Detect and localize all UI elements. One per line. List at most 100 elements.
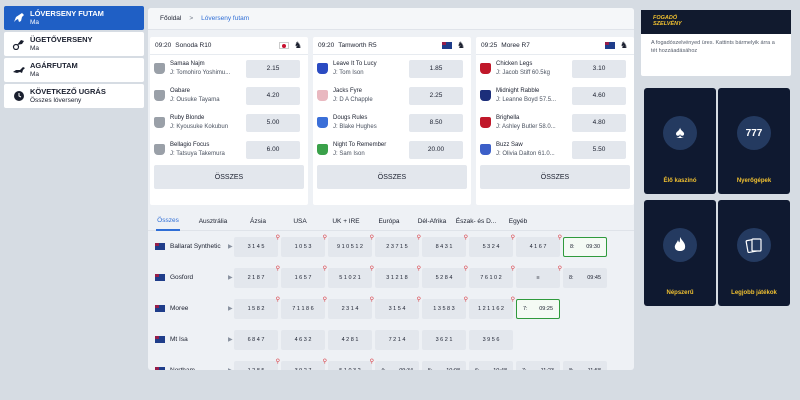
map-pin-icon: ⚲ bbox=[275, 359, 280, 365]
race-result-cell[interactable]: 1 3 5 8 3 ⚲ bbox=[422, 297, 468, 319]
runner-row: Chicken Legs J: Jacob Stiff 60.5kg 3.10 bbox=[476, 55, 634, 82]
upcoming-race-cell[interactable]: 4: 09:34 bbox=[375, 361, 419, 370]
bet-slip-title: FOGADÓ SZELVÉNY bbox=[653, 15, 682, 27]
race-result-cell[interactable]: 2 3 7 1 5 ⚲ bbox=[375, 235, 421, 257]
race-result-cell[interactable]: 7 2 1 4 bbox=[375, 330, 419, 350]
race-number: 8: bbox=[569, 275, 574, 281]
odds-button[interactable]: 4.20 bbox=[246, 86, 300, 105]
race-result-cell[interactable]: 3 1 5 4 ⚲ bbox=[375, 297, 421, 319]
odds-button[interactable]: 1.85 bbox=[409, 59, 463, 78]
upcoming-race-cell[interactable]: 5: 10:08 bbox=[422, 361, 466, 370]
race-result-cell[interactable]: 5 1 0 3 2 ⚲ bbox=[328, 359, 374, 370]
race-result-cell[interactable]: 6 8 4 7 bbox=[234, 330, 278, 350]
track-name[interactable]: Gosford bbox=[170, 274, 193, 281]
race-result-cell[interactable]: 7 1 1 8 6 ⚲ bbox=[281, 297, 327, 319]
odds-button[interactable]: 5.50 bbox=[572, 140, 626, 159]
race-result-cell[interactable]: 5 2 8 4 ⚲ bbox=[422, 266, 468, 288]
odds-button[interactable]: 2.15 bbox=[246, 59, 300, 78]
next-race-cell[interactable]: 7: 09:25 bbox=[516, 299, 560, 319]
sidebar-item-next-jump[interactable]: KÖVETKEZŐ UGRÁS Összes lóverseny bbox=[4, 84, 144, 108]
race-result-cell[interactable]: 8 4 3 1 ⚲ bbox=[422, 235, 468, 257]
race-result-cell[interactable]: 4 2 8 1 bbox=[328, 330, 372, 350]
promo-slots[interactable]: 777 Nyerőgépek bbox=[718, 88, 790, 194]
race-result-cell[interactable]: 2 3 1 4 ⚲ bbox=[328, 297, 374, 319]
jockey-silk-icon bbox=[154, 144, 165, 155]
race-result-cell[interactable]: 3 6 2 1 bbox=[422, 330, 466, 350]
video-icon[interactable]: ▶ bbox=[228, 274, 233, 281]
race-card-header[interactable]: 09:20 Tamworth R5 ♞ bbox=[313, 37, 471, 55]
race-result-cell[interactable]: 1 5 8 2 ⚲ bbox=[234, 297, 280, 319]
promo-top-games[interactable]: Legjobb játékok bbox=[718, 200, 790, 306]
odds-button[interactable]: 8.50 bbox=[409, 113, 463, 132]
tab-region[interactable]: Egyéb bbox=[508, 213, 528, 231]
track-name[interactable]: Ballarat Synthetic bbox=[170, 243, 221, 250]
tab-region[interactable]: USA bbox=[292, 213, 308, 231]
odds-button[interactable]: 2.25 bbox=[409, 86, 463, 105]
race-result-cell[interactable]: 1 2 1 1 6 2 ⚲ bbox=[469, 297, 515, 319]
runner-name: Brighella bbox=[496, 114, 520, 121]
odds-button[interactable]: 20.00 bbox=[409, 140, 463, 159]
race-result-cell[interactable]: 5 3 2 4 ⚲ bbox=[469, 235, 515, 257]
tab-region[interactable]: Ausztrália bbox=[194, 213, 232, 231]
tab-region[interactable]: Ázsia bbox=[248, 213, 268, 231]
bet-slip-header: FOGADÓ SZELVÉNY bbox=[641, 10, 791, 34]
race-time: 09:34 bbox=[399, 368, 413, 370]
map-pin-icon: ⚲ bbox=[275, 297, 280, 303]
race-result-cell[interactable]: 5 1 0 2 1 ⚲ bbox=[328, 266, 374, 288]
race-result-cell[interactable]: 1 2 8 5 ⚲ bbox=[234, 359, 280, 370]
jockey-silk-icon bbox=[317, 63, 328, 74]
race-result-cell[interactable]: 3 1 4 5 ⚲ bbox=[234, 235, 280, 257]
race-result-cell[interactable]: 4 1 6 7 ⚲ bbox=[516, 235, 562, 257]
breadcrumb-home[interactable]: Főoldal bbox=[160, 15, 181, 22]
upcoming-race-cell[interactable]: 8: 11:58 bbox=[563, 361, 607, 370]
upcoming-race-cell[interactable]: 7: 11:23 bbox=[516, 361, 560, 370]
race-card-header[interactable]: 09:25 Moree R7 ♞ bbox=[476, 37, 634, 55]
tab-region[interactable]: Dél-Afrika bbox=[414, 213, 450, 231]
tab-region[interactable]: Észak- és D... bbox=[454, 213, 498, 231]
promo-popular[interactable]: Népszerű bbox=[644, 200, 716, 306]
race-result-cell[interactable]: 3 9 2 7 ⚲ bbox=[281, 359, 327, 370]
sidebar-item-horse-racing[interactable]: LÓVERSENY FUTAM Ma bbox=[4, 6, 144, 30]
promo-live-casino[interactable]: ♠ Élő kaszinó bbox=[644, 88, 716, 194]
breadcrumb-current: Lóverseny futam bbox=[201, 15, 250, 22]
race-result-cell[interactable]: 2 1 8 7 ⚲ bbox=[234, 266, 280, 288]
upcoming-race-cell[interactable]: 6: 10:48 bbox=[469, 361, 513, 370]
sidebar-item-harness[interactable]: ÜGETŐVERSENY Ma bbox=[4, 32, 144, 56]
track-name[interactable]: Mt Isa bbox=[170, 336, 188, 343]
odds-button[interactable]: 4.80 bbox=[572, 113, 626, 132]
track-name[interactable]: Northam bbox=[170, 367, 195, 370]
finishing-order: 3 1 2 1 8 bbox=[386, 275, 408, 281]
all-runners-button[interactable]: ÖSSZES bbox=[480, 165, 630, 189]
video-icon[interactable]: ▶ bbox=[228, 305, 233, 312]
tab-region[interactable]: Európa bbox=[376, 213, 402, 231]
all-runners-button[interactable]: ÖSSZES bbox=[317, 165, 467, 189]
video-icon[interactable]: ▶ bbox=[228, 243, 233, 250]
race-result-cell[interactable]: 4 6 3 2 bbox=[281, 330, 325, 350]
all-runners-button[interactable]: ÖSSZES bbox=[154, 165, 304, 189]
sidebar-item-greyhound[interactable]: AGÁRFUTAM Ma bbox=[4, 58, 144, 82]
odds-button[interactable]: 4.60 bbox=[572, 86, 626, 105]
race-result-cell[interactable]: 7 6 1 0 2 ⚲ bbox=[469, 266, 515, 288]
race-result-cell[interactable]: ≡ ⚲ bbox=[516, 266, 562, 288]
race-result-cell[interactable]: 1 6 5 7 ⚲ bbox=[281, 266, 327, 288]
tab-region[interactable]: Összes bbox=[156, 213, 180, 231]
tab-region[interactable]: UK + IRE bbox=[328, 213, 364, 231]
race-result-cell[interactable]: 3 9 5 6 bbox=[469, 330, 513, 350]
race-result-cell[interactable]: 9 1 0 5 1 2 ⚲ bbox=[328, 235, 374, 257]
video-icon[interactable]: ▶ bbox=[228, 336, 233, 343]
main-panel: Főoldal > Lóverseny futam 09:20 Sonoda R1… bbox=[148, 8, 634, 370]
odds-button[interactable]: 5.00 bbox=[246, 113, 300, 132]
race-result-cell[interactable]: 3 1 2 1 8 ⚲ bbox=[375, 266, 421, 288]
odds-button[interactable]: 3.10 bbox=[572, 59, 626, 78]
race-card-header[interactable]: 09:20 Sonoda R10 ♞ bbox=[150, 37, 308, 55]
video-icon[interactable]: ▶ bbox=[228, 367, 233, 370]
jockey-name: J: Ousuke Tayama bbox=[170, 96, 220, 103]
next-race-cell[interactable]: 8: 09:30 bbox=[563, 237, 607, 257]
odds-button[interactable]: 6.00 bbox=[246, 140, 300, 159]
sidebar-item-title: LÓVERSENY FUTAM bbox=[30, 9, 104, 18]
track-name[interactable]: Moree bbox=[170, 305, 188, 312]
horse-icon: ♞ bbox=[293, 40, 303, 50]
finishing-order: 3 1 5 4 bbox=[388, 306, 406, 312]
upcoming-race-cell[interactable]: 8: 09:45 bbox=[563, 268, 607, 288]
race-result-cell[interactable]: 1 0 5 3 ⚲ bbox=[281, 235, 327, 257]
